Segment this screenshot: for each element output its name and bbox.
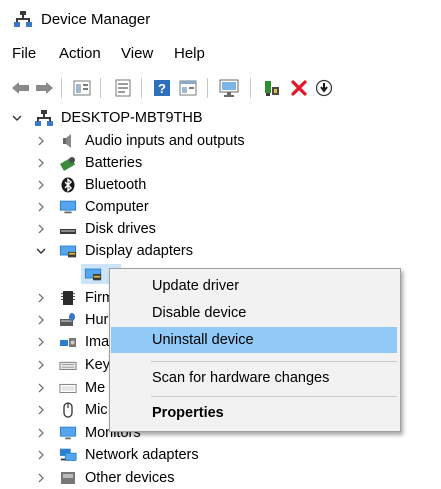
toolbar-separator bbox=[250, 78, 251, 98]
forward-arrow-icon[interactable] bbox=[34, 78, 54, 98]
download-circle-icon[interactable] bbox=[314, 78, 334, 98]
tree-item-network-adapters[interactable]: Network adapters bbox=[0, 444, 441, 466]
tree-item-label: Batteries bbox=[85, 155, 143, 171]
add-driver-icon[interactable] bbox=[262, 78, 282, 98]
other-device-icon bbox=[59, 470, 77, 486]
tree-root[interactable]: DESKTOP-MBT9THB bbox=[0, 107, 441, 129]
menu-separator bbox=[151, 396, 397, 397]
tree-item-label: Disk drives bbox=[85, 221, 156, 237]
menu-item-label: Scan for hardware changes bbox=[152, 370, 330, 386]
chevron-right-icon[interactable] bbox=[36, 377, 46, 399]
tree-item-label: Audio inputs and outputs bbox=[85, 133, 245, 149]
memory-icon bbox=[59, 380, 77, 396]
mouse-icon bbox=[59, 402, 77, 418]
menu-separator bbox=[151, 361, 397, 362]
tree-item-label: Ima bbox=[85, 334, 110, 350]
chevron-down-icon[interactable] bbox=[36, 240, 46, 262]
chevron-right-icon[interactable] bbox=[36, 130, 46, 152]
tree-item-other-devices[interactable]: Other devices bbox=[0, 467, 441, 489]
tree-item-label: Hur bbox=[85, 312, 109, 328]
tree-item-label: Key bbox=[85, 357, 110, 373]
chevron-right-icon[interactable] bbox=[36, 218, 46, 240]
show-hidden-icon[interactable] bbox=[178, 78, 198, 98]
battery-icon bbox=[59, 155, 77, 171]
display-adapter-device-icon bbox=[84, 266, 102, 282]
uninstall-x-icon[interactable] bbox=[289, 78, 309, 98]
tree-item-label: Other devices bbox=[85, 470, 175, 486]
network-adapter-icon bbox=[59, 447, 77, 463]
toolbar-separator bbox=[207, 78, 208, 98]
menu-file[interactable]: File bbox=[12, 45, 36, 63]
tree-item-batteries[interactable]: Batteries bbox=[0, 152, 441, 174]
tree-item-label: Me bbox=[85, 380, 106, 396]
menu-help[interactable]: Help bbox=[174, 45, 205, 63]
menu-view[interactable]: View bbox=[121, 45, 153, 63]
menu-item-label: Update driver bbox=[152, 278, 240, 294]
tree-item-disk-drives[interactable]: Disk drives bbox=[0, 218, 441, 240]
tree-item-label: Mic bbox=[85, 402, 108, 418]
toolbar-separator bbox=[100, 78, 101, 98]
toolbar-separator bbox=[141, 78, 142, 98]
menu-item-properties[interactable]: Properties bbox=[111, 400, 397, 426]
tree-item-label: Network adapters bbox=[85, 447, 199, 463]
menu-item-scan-hardware[interactable]: Scan for hardware changes bbox=[111, 365, 397, 391]
tree-item-label: Computer bbox=[85, 199, 149, 215]
chevron-right-icon[interactable] bbox=[36, 287, 46, 309]
toolbar-separator bbox=[61, 78, 62, 98]
menu-item-label: Properties bbox=[152, 405, 224, 421]
monitor-icon[interactable] bbox=[219, 78, 239, 98]
display-adapter-icon bbox=[59, 243, 77, 259]
update-icon[interactable] bbox=[113, 78, 133, 98]
back-arrow-icon[interactable] bbox=[11, 78, 31, 98]
window-title: Device Manager bbox=[41, 11, 151, 28]
chevron-right-icon[interactable] bbox=[36, 152, 46, 174]
disk-drive-icon bbox=[59, 221, 77, 237]
menu-item-disable-device[interactable]: Disable device bbox=[111, 300, 397, 326]
chevron-right-icon[interactable] bbox=[36, 309, 46, 331]
tree-item-label: Bluetooth bbox=[85, 177, 147, 193]
help-icon[interactable]: ? bbox=[152, 78, 172, 98]
firmware-icon bbox=[59, 290, 77, 306]
monitor-icon bbox=[59, 425, 77, 441]
menu-item-update-driver[interactable]: Update driver bbox=[111, 273, 397, 299]
menu-action[interactable]: Action bbox=[59, 45, 101, 63]
tree-item-bluetooth[interactable]: Bluetooth bbox=[0, 174, 441, 196]
context-menu: Update driver Disable device Uninstall d… bbox=[109, 268, 401, 432]
chevron-right-icon[interactable] bbox=[36, 467, 46, 489]
device-manager-icon bbox=[14, 11, 32, 27]
hid-icon bbox=[59, 312, 77, 328]
properties-icon[interactable] bbox=[72, 78, 92, 98]
tree-item-audio[interactable]: Audio inputs and outputs bbox=[0, 130, 441, 152]
computer-tree-icon bbox=[35, 110, 53, 126]
menu-item-label: Disable device bbox=[152, 305, 247, 321]
tree-root-label: DESKTOP-MBT9THB bbox=[61, 110, 203, 126]
bluetooth-icon bbox=[59, 177, 77, 193]
tree-item-label: Display adapters bbox=[85, 243, 193, 259]
chevron-right-icon[interactable] bbox=[36, 354, 46, 376]
chevron-right-icon[interactable] bbox=[36, 444, 46, 466]
keyboard-icon bbox=[59, 357, 77, 373]
chevron-right-icon[interactable] bbox=[36, 399, 46, 421]
chevron-right-icon[interactable] bbox=[36, 174, 46, 196]
chevron-down-icon[interactable] bbox=[12, 107, 22, 129]
tree-item-display-adapters[interactable]: Display adapters bbox=[0, 240, 441, 262]
imaging-icon bbox=[59, 334, 77, 350]
menu-item-uninstall-device[interactable]: Uninstall device bbox=[111, 327, 397, 353]
tree-item-computer[interactable]: Computer bbox=[0, 196, 441, 218]
chevron-right-icon[interactable] bbox=[36, 331, 46, 353]
speaker-icon bbox=[59, 133, 77, 149]
svg-text:?: ? bbox=[158, 81, 166, 96]
chevron-right-icon[interactable] bbox=[36, 422, 46, 444]
menu-item-label: Uninstall device bbox=[152, 332, 254, 348]
chevron-right-icon[interactable] bbox=[36, 196, 46, 218]
computer-icon bbox=[59, 199, 77, 215]
